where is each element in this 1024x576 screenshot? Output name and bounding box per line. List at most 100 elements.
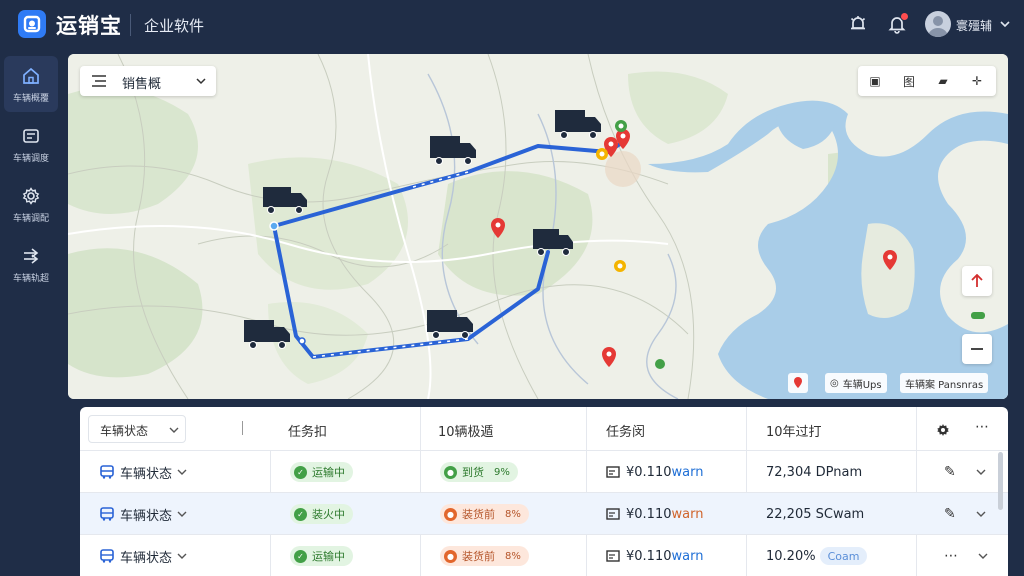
value-badge: Coam	[819, 547, 868, 565]
sidebar-item-overview[interactable]: 车辆概覆	[4, 56, 58, 112]
progress-cell: ● 装货前 8%	[440, 493, 529, 535]
progress-cell: ● 装货前 8%	[440, 535, 529, 576]
table-row[interactable]: 车辆状态 ✓ 装火中 ● 装货前 8% ¥0.110warn 22,205 SCwam…	[80, 493, 1008, 535]
value-cell: 72,304 DPnam	[766, 451, 862, 493]
map-pin-icon[interactable]	[615, 120, 627, 132]
chevron-down-icon[interactable]	[976, 468, 986, 476]
menu-icon	[92, 75, 106, 87]
table-header: 车辆状态 任务扣 10辆极遁 任务闵 10年过打 ⋯	[80, 407, 1008, 451]
layer-select[interactable]: 销售概	[80, 66, 216, 96]
row-action-icon[interactable]: ✎	[944, 506, 956, 522]
vehicle-status-filter[interactable]: 车辆状态	[88, 415, 186, 443]
progress-percent: 8%	[505, 550, 521, 562]
tool-bookmark-button[interactable]: ▰	[926, 66, 960, 96]
map-view[interactable]: 销售概 ▣ 图 ▰ ✛ ◎ 车辆Ups 车辆案 Pansnras	[68, 54, 1008, 399]
eta-cell: ¥0.110warn	[606, 493, 703, 535]
tool-crosshair-button[interactable]: ✛	[960, 66, 994, 96]
bus-icon	[100, 507, 114, 521]
chevron-down-icon[interactable]	[177, 552, 187, 560]
chevron-down-icon[interactable]	[976, 510, 986, 518]
progress-text: 到货	[462, 466, 484, 479]
column-header[interactable]: 10辆极遁	[438, 421, 494, 440]
more-icon[interactable]: ⋯	[975, 419, 989, 435]
value-text: 10.20%	[766, 548, 816, 564]
sidebar-item-dispatch[interactable]: 车辆调度	[4, 116, 58, 172]
row-action-cell: ✎	[944, 493, 986, 535]
user-name[interactable]: 寰殭辅	[956, 17, 992, 34]
alarm-icon[interactable]	[846, 12, 870, 36]
check-icon: ✓	[294, 507, 307, 521]
map-pin-icon[interactable]	[971, 312, 985, 319]
app-window: 运销宝 企业软件 寰殭辅 车辆概覆 车辆调度 车辆调配 车辆轨超 销售概 ▣ 图…	[0, 0, 1024, 576]
map-pin-icon[interactable]	[655, 359, 665, 369]
filter-label: 车辆状态	[100, 424, 149, 438]
location-icon: ●	[444, 507, 457, 521]
row-action-icon[interactable]: ✎	[944, 464, 956, 480]
header-divider	[242, 421, 243, 435]
zoom-out-button[interactable]	[962, 334, 992, 364]
tool-layer-button[interactable]: ▣	[858, 66, 892, 96]
tool-chart-button[interactable]: 图	[892, 66, 926, 96]
sidebar-item-allocation[interactable]: 车辆调配	[4, 176, 58, 232]
progress-cell: ● 到货 9%	[440, 451, 518, 493]
progress-text: 装货前	[462, 550, 495, 563]
column-header[interactable]: 任务闵	[606, 421, 645, 440]
arrow-up-icon	[971, 274, 983, 287]
bus-icon	[100, 549, 114, 563]
row-action-cell: ⋯	[944, 535, 988, 576]
task-status-cell: ✓ 运输中	[290, 451, 353, 493]
minus-icon	[971, 348, 983, 350]
home-icon	[23, 67, 39, 84]
chevron-down-icon[interactable]	[177, 468, 187, 476]
check-icon: ✓	[294, 549, 307, 563]
eta-text: ¥0.110warn	[626, 548, 704, 564]
vehicle-name: 车辆状态	[120, 508, 173, 524]
chevron-down-icon[interactable]	[978, 552, 988, 560]
status-badge: ✓ 装火中	[290, 504, 353, 524]
map-canvas[interactable]	[68, 54, 1008, 399]
location-icon: ●	[444, 465, 457, 479]
eta-cell: ¥0.110warn	[606, 535, 703, 576]
status-text: 运输中	[312, 550, 345, 563]
receipt-icon	[606, 550, 620, 562]
value-text: 72,304 DPnam	[766, 464, 863, 480]
task-status-cell: ✓ 装火中	[290, 493, 353, 535]
sidebar-item-tracks[interactable]: 车辆轨超	[4, 236, 58, 292]
status-badge: ✓ 运输中	[290, 462, 353, 482]
sidebar-item-label: 车辆调配	[12, 214, 49, 224]
location-icon: ●	[444, 549, 457, 563]
eta-text: ¥0.110warn	[626, 464, 704, 480]
map-toolbar: ▣ 图 ▰ ✛	[858, 66, 996, 96]
layer-select-label: 销售概	[122, 77, 162, 92]
table-scrollbar[interactable]	[998, 452, 1003, 510]
row-action-icon[interactable]: ⋯	[944, 548, 958, 564]
map-attribution-short: ◎ 车辆Ups	[825, 373, 887, 393]
column-header[interactable]: 10年过打	[766, 421, 822, 440]
gear-icon[interactable]	[936, 423, 950, 437]
vehicle-name: 车辆状态	[120, 550, 173, 566]
bell-icon[interactable]	[885, 12, 909, 36]
eta-cell: ¥0.110warn	[606, 451, 703, 493]
progress-badge: ● 到货 9%	[440, 462, 518, 482]
value-text: 22,205 SCwam	[766, 506, 865, 522]
notification-badge	[900, 12, 909, 21]
chevron-down-icon[interactable]	[177, 510, 187, 518]
row-action-cell: ✎	[944, 451, 986, 493]
attribution-text: 车辆Ups	[842, 379, 882, 391]
logo-icon[interactable]	[18, 10, 46, 38]
vehicle-table: 车辆状态 任务扣 10辆极遁 任务闵 10年过打 ⋯ 车辆状态 ✓ 运输中 ● 到货…	[80, 407, 1008, 576]
top-divider	[130, 14, 131, 36]
receipt-icon	[606, 466, 620, 478]
north-button[interactable]	[962, 266, 992, 296]
map-pin-icon[interactable]	[596, 148, 608, 160]
chevron-down-icon[interactable]	[999, 15, 1011, 34]
receipt-icon	[606, 508, 620, 520]
chevron-down-icon	[169, 427, 179, 433]
table-row[interactable]: 车辆状态 ✓ 运输中 ● 装货前 8% ¥0.110warn 10.20% Coam …	[80, 535, 1008, 576]
avatar[interactable]	[925, 11, 951, 37]
table-row[interactable]: 车辆状态 ✓ 运输中 ● 到货 9% ¥0.110warn 72,304 DPnam …	[80, 451, 1008, 493]
map-pin-icon[interactable]	[614, 260, 626, 272]
column-header[interactable]: 任务扣	[288, 421, 327, 440]
check-icon: ✓	[294, 465, 307, 479]
gear-icon	[22, 187, 40, 205]
